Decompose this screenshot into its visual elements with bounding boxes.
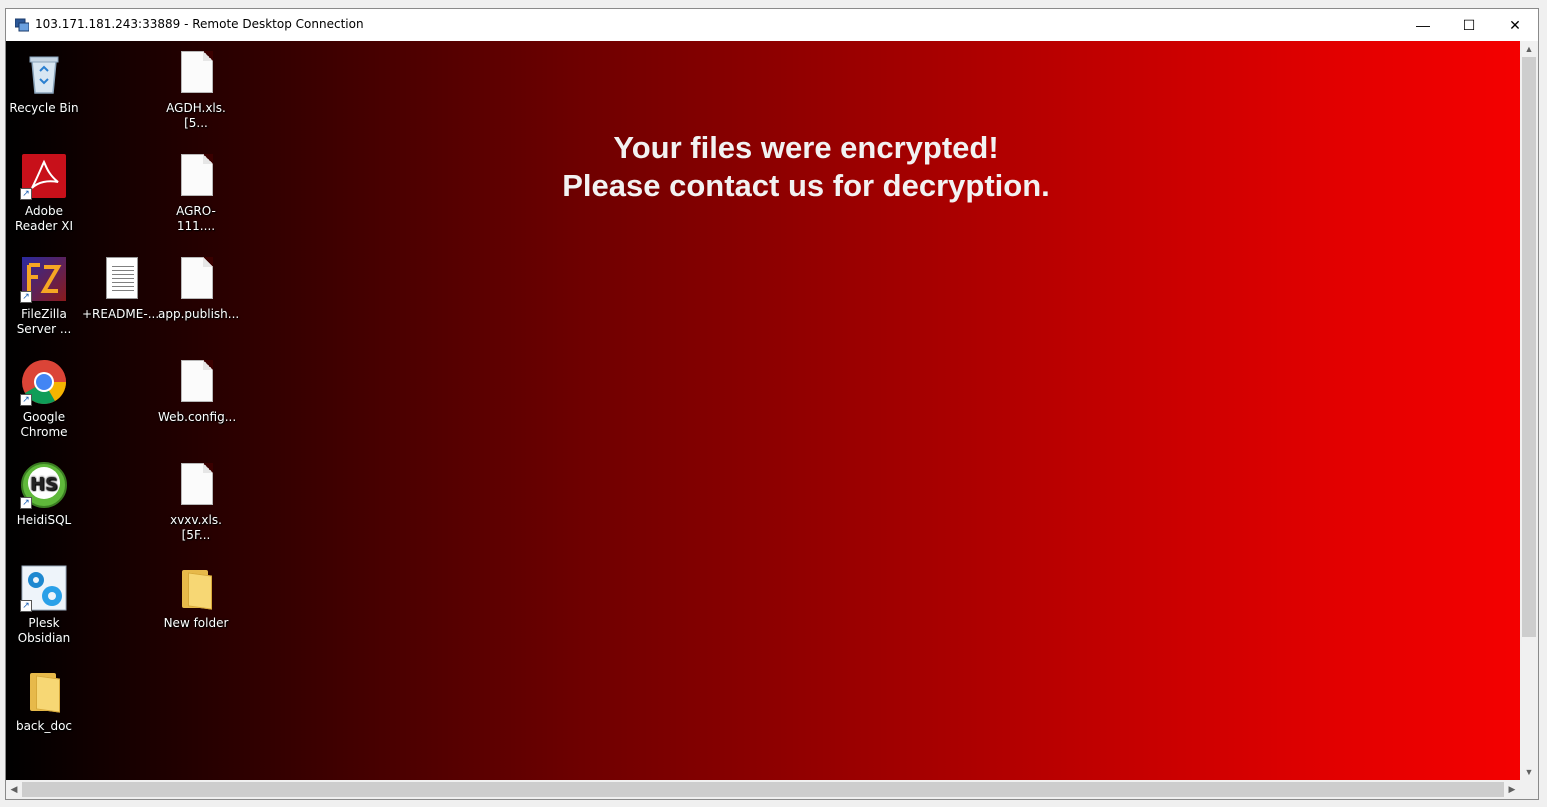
heidisql-icon: HS ↗ [20,461,68,509]
desktop-icon-xvxv-xls[interactable]: xvxv.xls.[5F... [158,461,234,543]
minimize-button[interactable]: — [1400,9,1446,41]
svg-text:HS: HS [30,474,58,495]
scroll-up-icon[interactable]: ▲ [1520,41,1538,57]
shortcut-arrow-icon: ↗ [20,291,32,303]
ransom-note-line2: Please contact us for decryption. [562,168,1050,203]
file-icon [172,358,220,406]
desktop-icon-label: back_doc [15,719,73,733]
desktop-icon-app-publish[interactable]: app.publish... [158,255,240,322]
folder-icon [20,667,68,715]
desktop-icon-agdh-xls[interactable]: AGDH.xls.[5... [158,49,234,131]
remote-desktop-icon [15,18,29,32]
scroll-down-icon[interactable]: ▼ [1520,764,1538,780]
desktop-icon-heidisql[interactable]: HS ↗ HeidiSQL [6,461,82,528]
rdp-window: 103.171.181.243:33889 - Remote Desktop C… [5,8,1539,800]
desktop-icon-agro-111[interactable]: AGRO-111.... [158,152,234,234]
desktop-icon-back-doc[interactable]: back_doc [6,667,82,734]
vertical-scroll-thumb[interactable] [1522,57,1536,637]
desktop-icon-readme[interactable]: +README-... [82,255,160,322]
desktop-icon-label: xvxv.xls.[5F... [170,513,222,542]
filezilla-icon: ↗ [20,255,68,303]
ransom-note: Your files were encrypted! Please contac… [306,129,1306,205]
file-icon [172,461,220,509]
desktop-icon-filezilla[interactable]: ↗ FileZilla Server ... [6,255,82,337]
remote-desktop[interactable]: Your files were encrypted! Please contac… [6,41,1520,780]
maximize-button[interactable]: ☐ [1446,9,1492,41]
scroll-left-icon[interactable]: ◀ [6,780,22,799]
desktop-icon-label: app.publish... [158,307,240,321]
scroll-right-icon[interactable]: ▶ [1504,780,1520,799]
desktop-icon-label: AGDH.xls.[5... [166,101,226,130]
close-button[interactable]: ✕ [1492,9,1538,41]
vertical-scrollbar[interactable]: ▲ ▼ [1520,41,1538,780]
desktop-icon-new-folder[interactable]: New folder [158,564,234,631]
desktop-icon-recycle-bin[interactable]: Recycle Bin [6,49,82,116]
horizontal-scrollbar[interactable]: ◀ ▶ [6,780,1520,799]
chrome-icon: ↗ [20,358,68,406]
desktop-icon-label: Google Chrome [20,410,68,439]
desktop-icon-label: Web.config... [158,410,237,424]
plesk-icon: ↗ [20,564,68,612]
shortcut-arrow-icon: ↗ [20,600,32,612]
desktop-icon-label: New folder [163,616,229,630]
file-icon [172,255,220,303]
desktop-icon-web-config[interactable]: Web.config... [158,358,237,425]
window-title: 103.171.181.243:33889 - Remote Desktop C… [35,17,364,31]
desktop-icon-google-chrome[interactable]: ↗ Google Chrome [6,358,82,440]
text-file-icon [96,255,144,303]
folder-icon [172,564,220,612]
file-icon [172,49,220,97]
scrollbar-corner [1520,780,1538,799]
desktop-icon-label: HeidiSQL [16,513,72,527]
horizontal-scroll-thumb[interactable] [22,782,1504,797]
desktop-icon-label: Plesk Obsidian [17,616,71,645]
desktop-icon-label: Recycle Bin [9,101,79,115]
desktop-icon-label: Adobe Reader XI [14,204,74,233]
file-icon [172,152,220,200]
title-bar[interactable]: 103.171.181.243:33889 - Remote Desktop C… [6,9,1538,41]
shortcut-arrow-icon: ↗ [20,497,32,509]
desktop-icon-adobe-reader[interactable]: ↗ Adobe Reader XI [6,152,82,234]
desktop-icon-label: FileZilla Server ... [16,307,72,336]
desktop-icon-label: +README-... [82,307,160,321]
desktop-icon-label: AGRO-111.... [176,204,216,233]
recycle-bin-icon [20,49,68,97]
ransom-note-line1: Your files were encrypted! [613,130,999,165]
adobe-reader-icon: ↗ [20,152,68,200]
desktop-icon-plesk[interactable]: ↗ Plesk Obsidian [6,564,82,646]
shortcut-arrow-icon: ↗ [20,188,32,200]
shortcut-arrow-icon: ↗ [20,394,32,406]
